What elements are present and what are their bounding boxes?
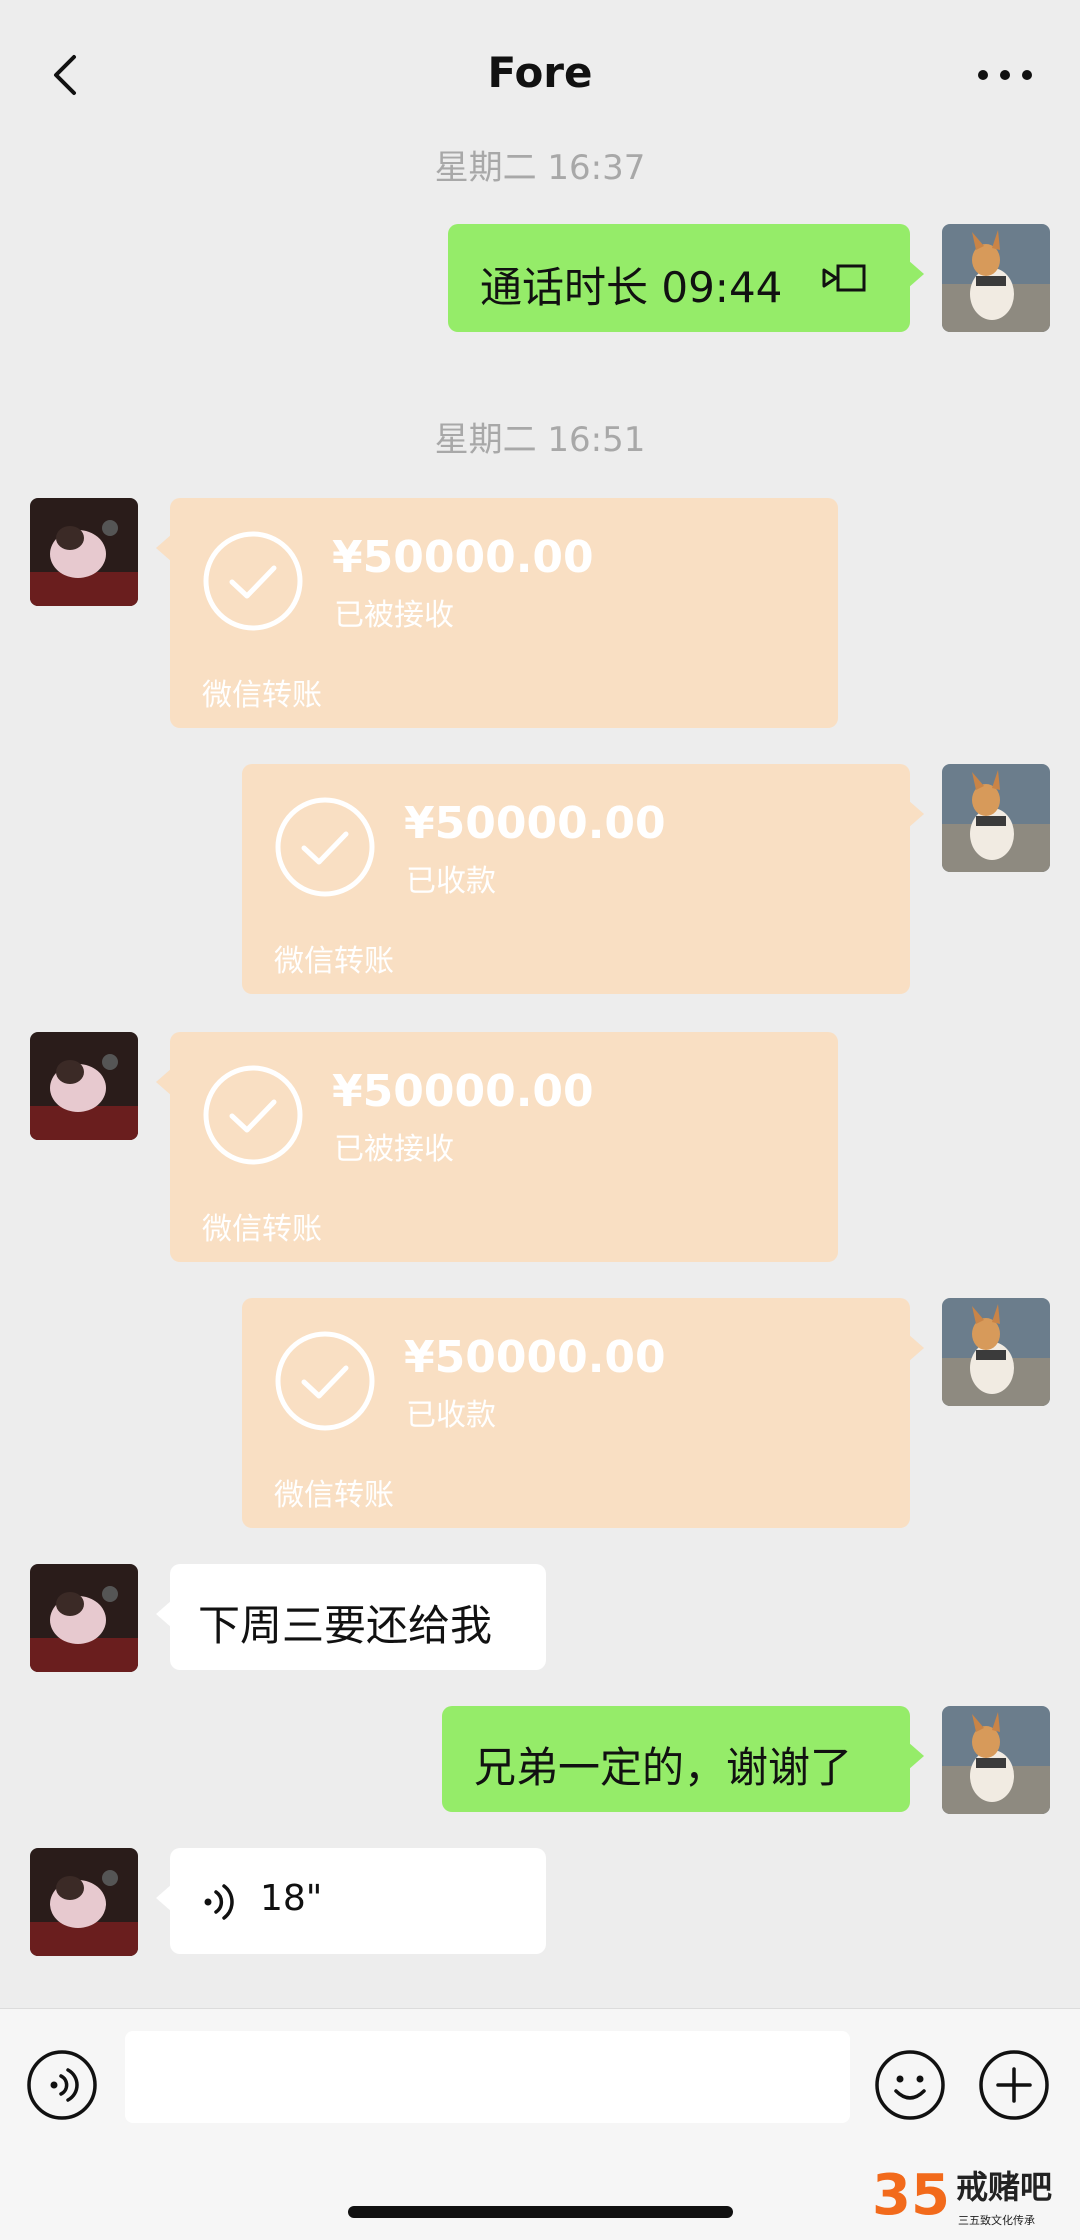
contact-avatar[interactable] bbox=[30, 1848, 138, 1956]
check-circle-icon bbox=[203, 531, 303, 631]
transfer-amount: ¥50000.00 bbox=[404, 1332, 666, 1383]
transfer-label: 微信转账 bbox=[274, 1478, 394, 1513]
watermark-sub: 三五致文化传承 bbox=[958, 2213, 1035, 2227]
transfer-label: 微信转账 bbox=[202, 678, 322, 713]
call-duration-text: 通话时长 09:44 bbox=[480, 263, 783, 312]
plus-icon[interactable] bbox=[978, 2049, 1050, 2121]
chat-title: Fore bbox=[487, 48, 593, 97]
transfer-card[interactable]: ¥50000.00 已被接收 微信转账 bbox=[156, 1032, 838, 1262]
contact-avatar[interactable] bbox=[30, 498, 138, 606]
watermark-number: 35 bbox=[872, 2163, 950, 2228]
check-circle-icon bbox=[203, 1065, 303, 1165]
voice-input-icon[interactable] bbox=[26, 2049, 98, 2121]
voice-duration: 18" bbox=[260, 1878, 323, 1919]
transfer-card[interactable]: ¥50000.00 已收款 微信转账 bbox=[242, 764, 924, 994]
transfer-label: 微信转账 bbox=[274, 944, 394, 979]
watermark-name: 戒赌吧 bbox=[956, 2168, 1052, 2206]
my-avatar[interactable] bbox=[942, 1298, 1050, 1406]
timestamp: 星期二 16:51 bbox=[434, 420, 646, 460]
transfer-amount: ¥50000.00 bbox=[332, 532, 594, 583]
emoji-icon[interactable] bbox=[874, 2049, 946, 2121]
my-avatar[interactable] bbox=[942, 224, 1050, 332]
message-bubble[interactable]: 下周三要还给我 bbox=[156, 1564, 546, 1670]
transfer-card[interactable]: ¥50000.00 已被接收 微信转账 bbox=[156, 498, 838, 728]
video-call-icon bbox=[822, 264, 866, 292]
transfer-status: 已被接收 bbox=[334, 598, 454, 633]
transfer-status: 已被接收 bbox=[334, 1132, 454, 1167]
transfer-amount: ¥50000.00 bbox=[332, 1066, 594, 1117]
transfer-amount: ¥50000.00 bbox=[404, 798, 666, 849]
home-indicator[interactable] bbox=[348, 2206, 733, 2218]
contact-avatar[interactable] bbox=[30, 1032, 138, 1140]
voice-message-bubble[interactable]: 18" bbox=[156, 1848, 546, 1954]
message-bubble[interactable]: 兄弟一定的，谢谢了 bbox=[442, 1706, 924, 1812]
watermark-logo: 35 戒赌吧 三五致文化传承 bbox=[870, 2150, 1080, 2240]
my-avatar[interactable] bbox=[942, 764, 1050, 872]
timestamp: 星期二 16:37 bbox=[434, 148, 646, 188]
voice-wave-icon bbox=[204, 1884, 234, 1920]
contact-avatar[interactable] bbox=[30, 1564, 138, 1672]
check-circle-icon bbox=[275, 1331, 375, 1431]
check-circle-icon bbox=[275, 797, 375, 897]
chat-header: Fore bbox=[0, 0, 1080, 150]
call-record-bubble[interactable]: 通话时长 09:44 bbox=[448, 224, 924, 332]
more-icon[interactable] bbox=[970, 45, 1040, 105]
message-input[interactable] bbox=[125, 2031, 850, 2123]
transfer-card[interactable]: ¥50000.00 已收款 微信转账 bbox=[242, 1298, 924, 1528]
transfer-label: 微信转账 bbox=[202, 1212, 322, 1247]
message-text: 兄弟一定的，谢谢了 bbox=[474, 1743, 853, 1792]
transfer-status: 已收款 bbox=[406, 864, 496, 899]
transfer-status: 已收款 bbox=[406, 1398, 496, 1433]
my-avatar[interactable] bbox=[942, 1706, 1050, 1814]
message-text: 下周三要还给我 bbox=[198, 1601, 493, 1650]
